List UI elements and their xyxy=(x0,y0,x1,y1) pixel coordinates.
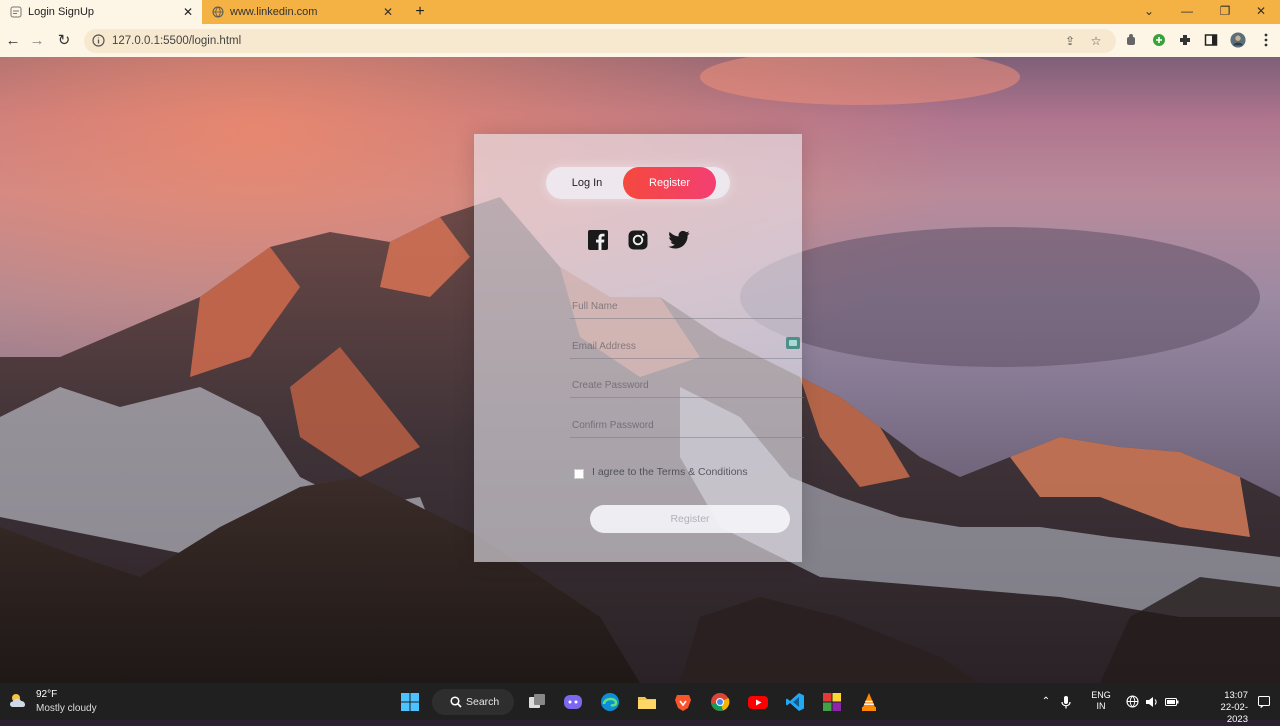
task-view-icon[interactable] xyxy=(527,692,547,712)
register-submit-button[interactable]: Register xyxy=(590,505,790,533)
instagram-icon[interactable] xyxy=(628,230,648,250)
clock-date: 22-02-2023 xyxy=(1220,702,1248,725)
close-tab-icon[interactable]: ✕ xyxy=(380,5,396,19)
edge-browser-icon[interactable] xyxy=(600,692,620,712)
reload-button[interactable]: ↻ xyxy=(53,30,75,52)
register-toggle-button[interactable]: Register xyxy=(623,167,716,199)
network-globe-icon[interactable] xyxy=(1124,683,1140,720)
address-bar[interactable]: 127.0.0.1:5500/login.html ⇪ ☆ xyxy=(84,29,1116,53)
chevron-up-icon[interactable]: ⌃ xyxy=(1038,683,1054,720)
weather-temperature: 92°F xyxy=(36,689,58,700)
language-indicator[interactable]: ENG IN xyxy=(1090,690,1112,712)
restore-button[interactable]: ❐ xyxy=(1208,0,1242,24)
language-region: IN xyxy=(1096,701,1106,711)
tab-title: www.linkedin.com xyxy=(230,6,318,18)
chevron-down-icon[interactable]: ⌄ xyxy=(1132,0,1166,24)
youtube-app-icon[interactable] xyxy=(747,692,768,712)
search-icon xyxy=(450,696,462,708)
extensions-icon[interactable] xyxy=(1177,32,1193,48)
globe-icon xyxy=(212,6,224,18)
cloud-icon xyxy=(10,694,26,707)
system-clock[interactable]: 13:07 22-02-2023 xyxy=(1202,690,1248,726)
vlc-player-icon[interactable] xyxy=(859,692,879,712)
clock-time: 13:07 xyxy=(1224,690,1248,701)
terms-checkbox[interactable] xyxy=(574,469,584,479)
bookmark-star-icon[interactable]: ☆ xyxy=(1088,33,1104,49)
email-input[interactable] xyxy=(570,334,804,359)
login-toggle-button[interactable]: Log In xyxy=(546,167,628,199)
taskbar-search[interactable]: Search xyxy=(432,689,514,715)
facebook-icon[interactable] xyxy=(588,230,608,250)
microphone-icon[interactable] xyxy=(1058,683,1074,720)
notification-icon[interactable] xyxy=(1256,683,1272,720)
tab-linkedin[interactable]: www.linkedin.com ✕ xyxy=(202,0,402,24)
volume-icon[interactable] xyxy=(1144,683,1160,720)
close-window-button[interactable]: ✕ xyxy=(1244,0,1278,24)
side-panel-icon[interactable] xyxy=(1203,32,1219,48)
profile-avatar[interactable] xyxy=(1230,32,1246,48)
new-tab-button[interactable]: + xyxy=(410,2,430,22)
confirm-password-input[interactable] xyxy=(570,413,804,438)
search-label: Search xyxy=(466,696,500,708)
brave-browser-icon[interactable] xyxy=(673,692,693,712)
share-icon[interactable]: ⇪ xyxy=(1062,33,1078,49)
photo-editor-icon[interactable] xyxy=(822,692,842,712)
windows-taskbar: 92°F Mostly cloudy Search ⌃ ENG IN 13:07… xyxy=(0,683,1280,725)
windows-start-icon[interactable] xyxy=(400,692,420,712)
weather-condition: Mostly cloudy xyxy=(36,703,97,714)
tab-login-signup[interactable]: Login SignUp ✕ xyxy=(0,0,202,24)
minimize-button[interactable]: — xyxy=(1170,0,1204,24)
create-password-input[interactable] xyxy=(570,373,804,398)
browser-toolbar: ← → ↻ 127.0.0.1:5500/login.html ⇪ ☆ xyxy=(0,24,1280,58)
close-tab-icon[interactable]: ✕ xyxy=(180,5,196,19)
weather-widget[interactable]: 92°F Mostly cloudy xyxy=(8,687,128,717)
extension-green-icon[interactable] xyxy=(1151,32,1167,48)
back-button[interactable]: ← xyxy=(2,30,24,52)
battery-icon[interactable] xyxy=(1164,683,1180,720)
forward-button[interactable]: → xyxy=(26,30,48,52)
language-code: ENG xyxy=(1091,690,1111,700)
browser-menu-icon[interactable] xyxy=(1258,32,1274,48)
url-text: 127.0.0.1:5500/login.html xyxy=(112,35,242,47)
site-info-icon[interactable] xyxy=(92,34,105,47)
twitter-icon[interactable] xyxy=(668,230,690,250)
autofill-extension-icon[interactable] xyxy=(786,337,800,349)
page-favicon-icon xyxy=(10,6,22,18)
auth-mode-toggle: Log In Register xyxy=(546,167,730,199)
teams-chat-icon[interactable] xyxy=(563,692,583,712)
terms-label: I agree to the Terms & Conditions xyxy=(592,466,748,478)
extension-puzzle-icon[interactable] xyxy=(1123,32,1139,48)
full-name-input[interactable] xyxy=(570,294,804,319)
browser-tab-bar: Login SignUp ✕ www.linkedin.com ✕ + ⌄ — … xyxy=(0,0,1280,24)
tab-title: Login SignUp xyxy=(28,6,95,18)
file-explorer-icon[interactable] xyxy=(637,692,657,712)
vscode-icon[interactable] xyxy=(785,692,805,712)
chrome-browser-icon[interactable] xyxy=(710,692,730,712)
